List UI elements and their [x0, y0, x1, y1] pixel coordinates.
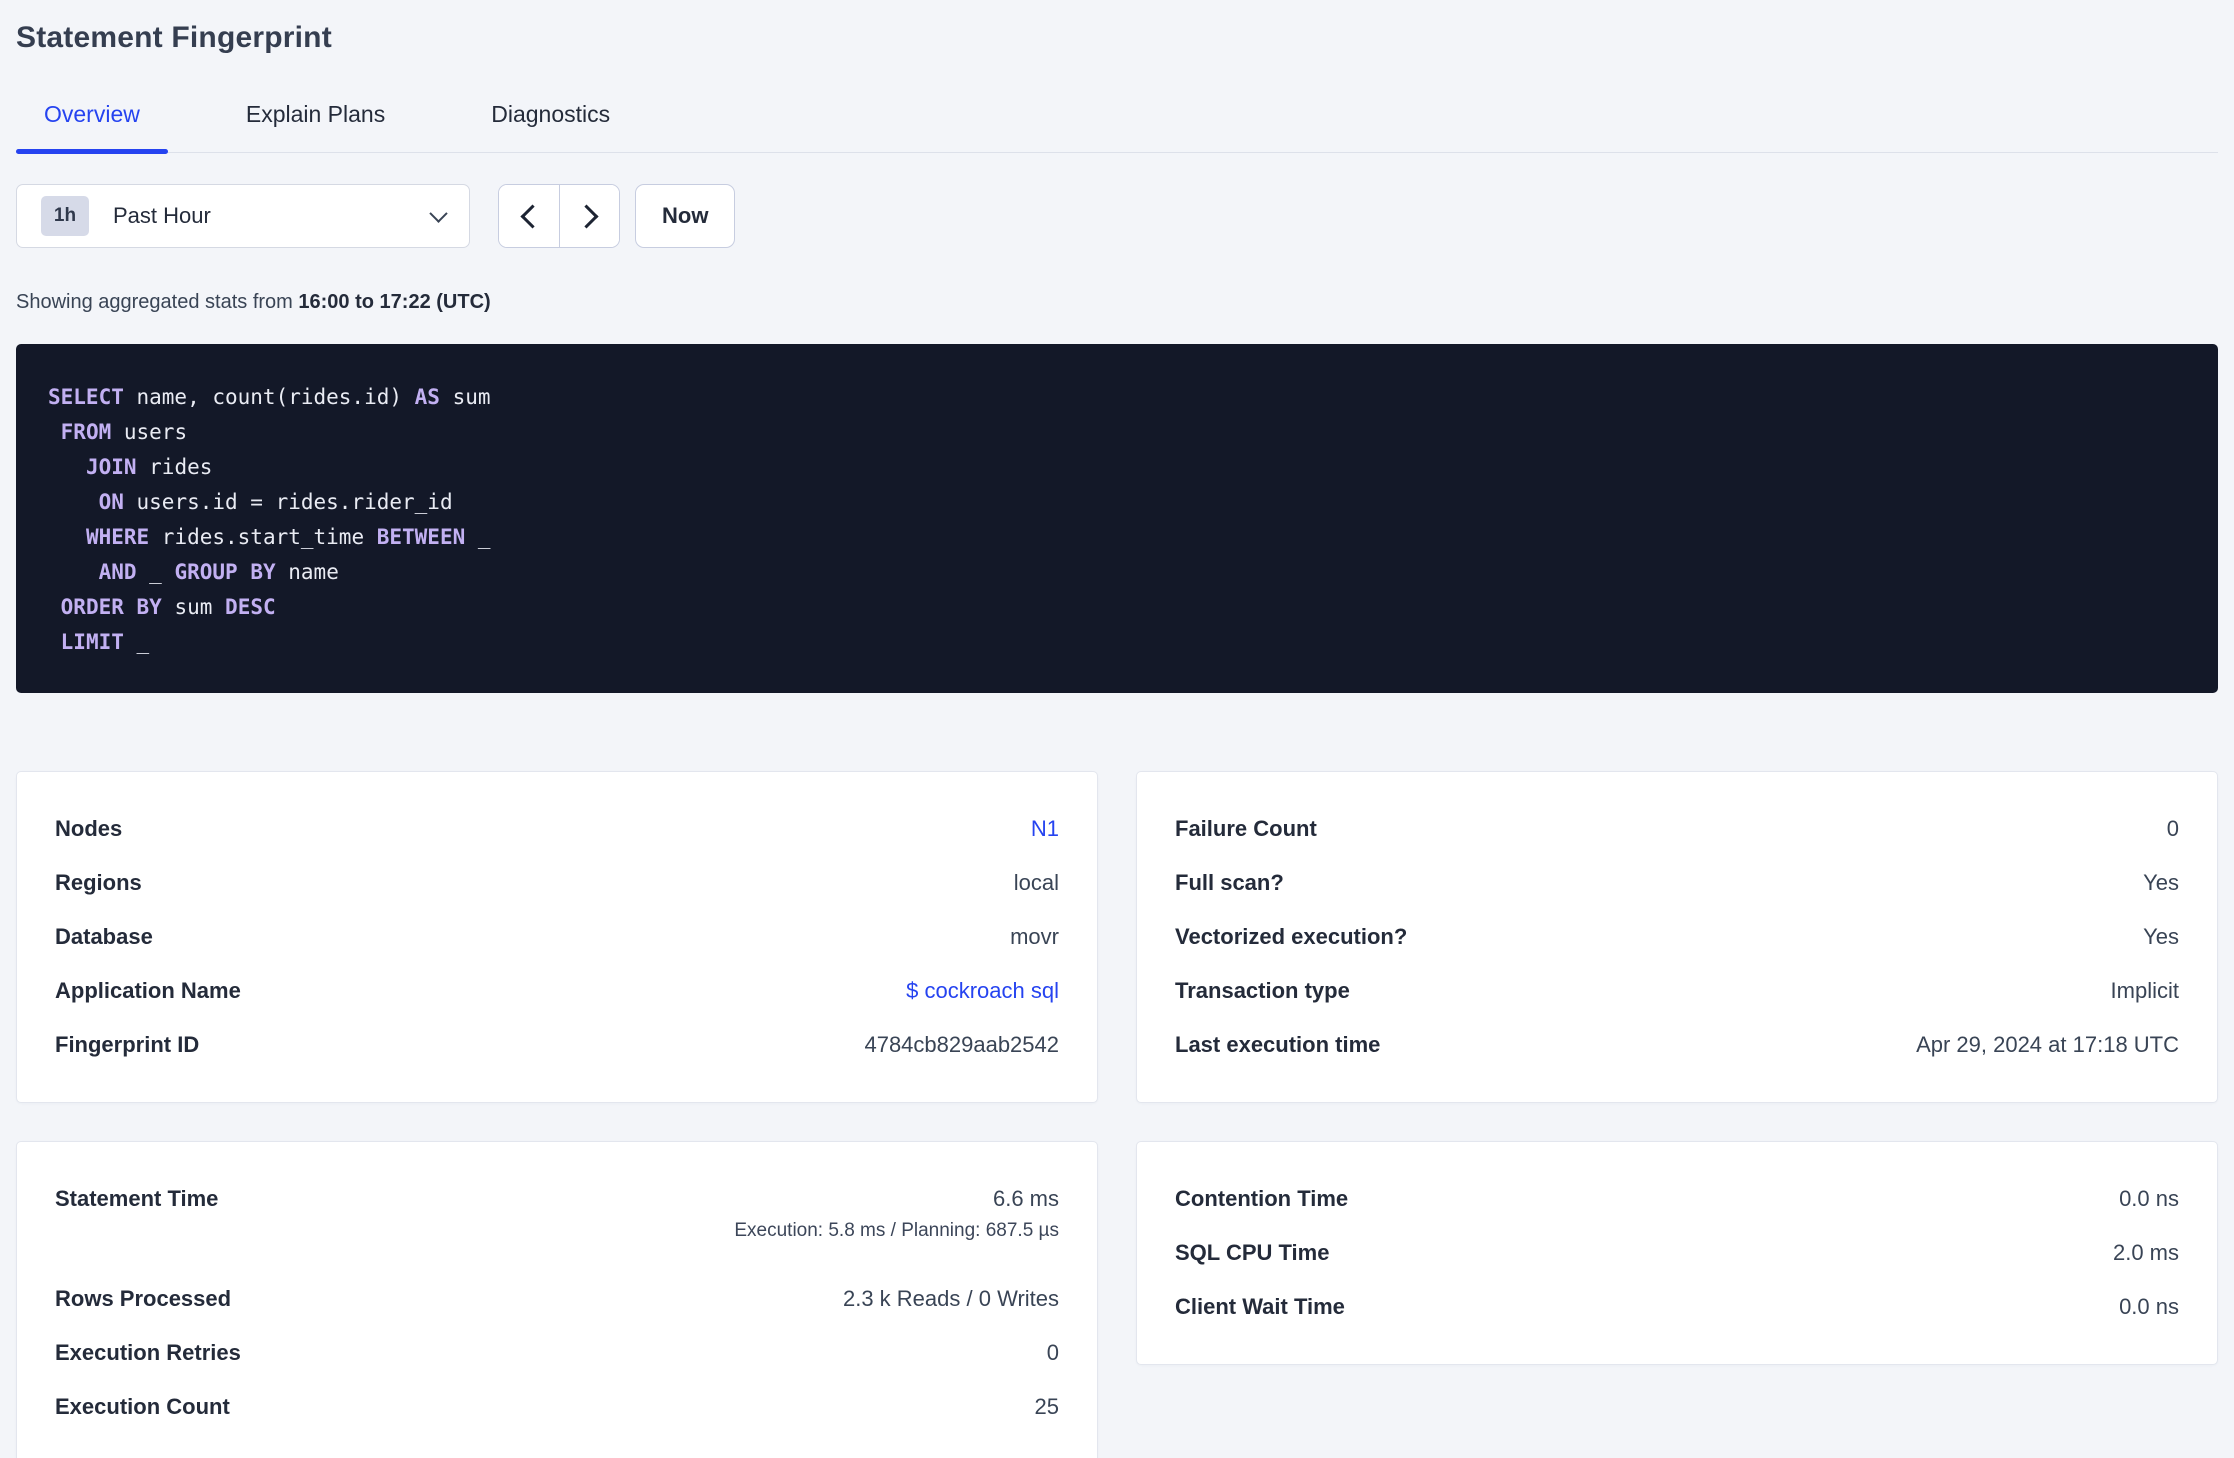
row-rows-processed: Rows Processed 2.3 k Reads / 0 Writes — [55, 1272, 1059, 1326]
aggregated-stats-range: 16:00 to 17:22 (UTC) — [298, 291, 491, 313]
regions-value: local — [1013, 870, 1059, 895]
sql-line: LIMIT _ — [60, 630, 150, 654]
next-range-button[interactable] — [559, 185, 619, 247]
now-button[interactable]: Now — [635, 184, 736, 248]
rows-processed-value: 2.3 k Reads / 0 Writes — [842, 1286, 1059, 1311]
execution-retries-value: 0 — [1046, 1340, 1059, 1365]
overview-details-card: Nodes N1 Regions local Database movr App… — [16, 771, 1098, 1103]
nodes-link[interactable]: N1 — [1031, 816, 1059, 842]
time-range-dropdown[interactable]: 1h Past Hour — [16, 184, 470, 248]
row-label: Full scan? — [1175, 870, 1284, 895]
row-label: Application Name — [55, 978, 241, 1003]
row-label: Client Wait Time — [1175, 1294, 1345, 1319]
row-contention-time: Contention Time 0.0 ns — [1175, 1172, 2179, 1226]
tab-overview-label: Overview — [44, 101, 140, 127]
row-database: Database movr — [55, 910, 1059, 964]
tab-explain-plans[interactable]: Explain Plans — [218, 100, 413, 152]
cards-grid: Nodes N1 Regions local Database movr App… — [16, 771, 2218, 1458]
row-statement-time: Statement Time 6.6 ms Execution: 5.8 ms … — [55, 1172, 1059, 1272]
statement-time-breakdown: Execution: 5.8 ms / Planning: 687.5 µs — [734, 1220, 1059, 1241]
row-vectorized-execution: Vectorized execution? Yes — [1175, 910, 2179, 964]
application-name-link[interactable]: $ cockroach sql — [906, 978, 1059, 1004]
sql-line: JOIN rides — [85, 455, 213, 479]
tab-explain-plans-label: Explain Plans — [245, 101, 386, 127]
failure-count-value: 0 — [2166, 816, 2179, 841]
full-scan-value: Yes — [2143, 870, 2179, 895]
row-label: Last execution time — [1175, 1032, 1381, 1057]
row-execution-count: Execution Count 25 — [55, 1380, 1059, 1434]
previous-range-button[interactable] — [499, 185, 559, 247]
row-label: Fingerprint ID — [55, 1032, 200, 1057]
row-label: Transaction type — [1175, 978, 1350, 1003]
row-regions: Regions local — [55, 856, 1059, 910]
sql-line: ORDER BY sum DESC — [60, 595, 276, 619]
row-label: Rows Processed — [55, 1286, 232, 1311]
database-value: movr — [1010, 924, 1059, 949]
fingerprint-id-value: 4784cb829aab2542 — [864, 1032, 1059, 1057]
tab-bar: Overview Explain Plans Diagnostics — [16, 100, 2218, 154]
execution-attributes-card: Failure Count 0 Full scan? Yes Vectorize… — [1136, 771, 2218, 1103]
statement-time-value: 6.6 ms — [992, 1186, 1059, 1211]
row-execution-retries: Execution Retries 0 — [55, 1326, 1059, 1380]
row-fingerprint-id: Fingerprint ID 4784cb829aab2542 — [55, 1018, 1059, 1072]
client-wait-time-value: 0.0 ns — [2119, 1294, 2179, 1319]
time-range-arrows — [498, 184, 620, 248]
row-full-scan: Full scan? Yes — [1175, 856, 2179, 910]
sql-line: FROM users — [60, 420, 188, 444]
statement-time-values: 6.6 ms Execution: 5.8 ms / Planning: 687… — [734, 1184, 1059, 1244]
tab-diagnostics-label: Diagnostics — [491, 101, 611, 127]
row-application-name: Application Name $ cockroach sql — [55, 964, 1059, 1018]
row-client-wait-time: Client Wait Time 0.0 ns — [1175, 1280, 2179, 1334]
chevron-right-icon — [574, 203, 599, 229]
execution-count-value: 25 — [1034, 1394, 1059, 1419]
aggregated-stats-prefix: Showing aggregated stats from — [16, 291, 299, 313]
sql-cpu-time-value: 2.0 ms — [2112, 1240, 2179, 1265]
resource-times-card: Contention Time 0.0 ns SQL CPU Time 2.0 … — [1136, 1141, 2218, 1365]
interval-badge: 1h — [41, 196, 89, 236]
row-failure-count: Failure Count 0 — [1175, 802, 2179, 856]
row-label: Regions — [55, 870, 142, 895]
chevron-left-icon — [519, 203, 545, 229]
row-label: Database — [55, 924, 153, 949]
aggregated-stats-line: Showing aggregated stats from 16:00 to 1… — [16, 291, 2218, 314]
sql-line: SELECT name, count(rides.id) AS sum — [48, 385, 491, 409]
row-label: Execution Count — [55, 1394, 230, 1419]
tab-overview[interactable]: Overview — [16, 100, 168, 154]
statement-times-card: Statement Time 6.6 ms Execution: 5.8 ms … — [16, 1141, 1098, 1458]
row-nodes: Nodes N1 — [55, 802, 1059, 856]
row-label: Statement Time — [55, 1186, 219, 1211]
chevron-down-icon — [429, 203, 448, 223]
row-sql-cpu-time: SQL CPU Time 2.0 ms — [1175, 1226, 2179, 1280]
row-label: Execution Retries — [55, 1340, 241, 1365]
row-label: Contention Time — [1175, 1186, 1349, 1211]
sql-statement-box: SELECT name, count(rides.id) AS sum FROM… — [16, 344, 2218, 693]
time-controls: 1h Past Hour Now — [16, 184, 2218, 248]
vectorized-execution-value: Yes — [2143, 924, 2179, 949]
row-label: Vectorized execution? — [1175, 924, 1408, 949]
row-label: SQL CPU Time — [1175, 1240, 1330, 1265]
sql-line: AND _ GROUP BY name — [98, 560, 339, 584]
row-last-execution-time: Last execution time Apr 29, 2024 at 17:1… — [1175, 1018, 2179, 1072]
statement-fingerprint-page: Statement Fingerprint Overview Explain P… — [0, 0, 2234, 1458]
transaction-type-value: Implicit — [2110, 978, 2179, 1003]
row-label: Failure Count — [1175, 816, 1317, 841]
sql-line: WHERE rides.start_time BETWEEN _ — [85, 525, 491, 549]
sql-line: ON users.id = rides.rider_id — [98, 490, 453, 514]
last-execution-time-value: Apr 29, 2024 at 17:18 UTC — [1916, 1032, 2179, 1057]
page-title: Statement Fingerprint — [16, 21, 332, 54]
tab-diagnostics[interactable]: Diagnostics — [463, 100, 638, 152]
contention-time-value: 0.0 ns — [2119, 1186, 2179, 1211]
row-label: Nodes — [55, 816, 123, 841]
row-transaction-type: Transaction type Implicit — [1175, 964, 2179, 1018]
time-range-label: Past Hour — [113, 203, 211, 228]
